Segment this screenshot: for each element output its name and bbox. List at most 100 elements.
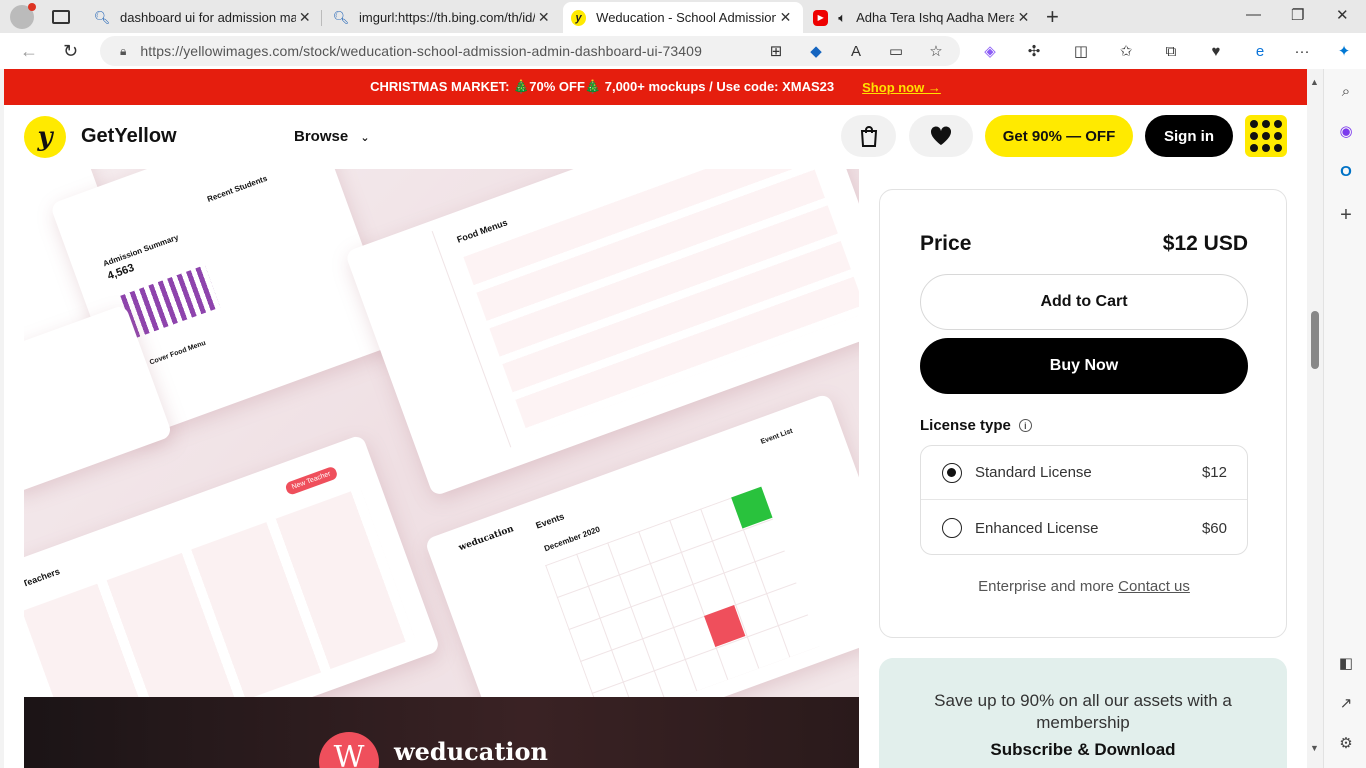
tab-title: Adha Tera Ishq Aadha Mera — [856, 10, 1014, 25]
shopping-bag-icon — [860, 126, 877, 147]
second-preview-image[interactable]: W weducation — [24, 697, 859, 768]
enterprise-text: Enterprise and more — [978, 578, 1114, 595]
speaker-icon[interactable]: 🔈︎ — [838, 10, 846, 26]
search-icon: 🔍︎ — [93, 9, 111, 25]
promo-banner: CHRISTMAS MARKET: 🎄70% OFF🎄 7,000+ mocku… — [4, 69, 1307, 105]
new-tab-icon[interactable]: + — [1046, 4, 1059, 30]
external-link-icon[interactable]: ↗ — [1336, 693, 1356, 713]
read-aloud-icon[interactable]: A — [846, 41, 866, 61]
contact-us-link[interactable]: Contact us — [1118, 578, 1190, 595]
browser-tab-4[interactable]: ▶ 🔈︎ Adha Tera Ishq Aadha Mera ✕ — [805, 2, 1041, 33]
minimize-icon[interactable]: — — [1246, 6, 1261, 23]
recent-students-title: Recent Students — [206, 173, 269, 204]
shop-now-link[interactable]: Shop now → — [862, 80, 941, 95]
search-icon: 🔍︎ — [332, 9, 350, 25]
price-value: $12 USD — [1162, 232, 1248, 255]
page-scrollbar[interactable]: ▲ ▼ — [1307, 69, 1323, 768]
teachers-title: Teachers — [24, 566, 62, 589]
browse-menu[interactable]: Browse ⌄ — [294, 128, 370, 145]
more-menu-icon[interactable]: ··· — [1292, 41, 1312, 61]
weducation-logo: W — [319, 732, 379, 768]
copilot-extension-icon[interactable]: ◈ — [980, 41, 1000, 61]
search-icon[interactable]: ⌕ — [1336, 81, 1356, 101]
browse-label: Browse — [294, 128, 349, 145]
browser-tab-bar: 🔍︎ dashboard ui for admission man ✕ 🔍︎ i… — [0, 0, 1366, 33]
close-window-icon[interactable]: ✕ — [1336, 6, 1349, 24]
browser-tab-2[interactable]: 🔍︎ imgurl:https://th.bing.com/th/id/ ✕ — [325, 2, 561, 33]
weducation-card-brand: weducation — [457, 524, 516, 554]
info-icon[interactable]: i — [1018, 419, 1032, 432]
tab-title: imgurl:https://th.bing.com/th/id/ — [359, 10, 535, 25]
address-bar[interactable]: 🔒︎ https://yellowimages.com/stock/weduca… — [100, 36, 960, 66]
tab-actions-icon[interactable] — [52, 9, 70, 24]
youtube-icon: ▶ — [813, 9, 829, 26]
copilot-app-icon[interactable]: ◉ — [1336, 121, 1356, 141]
license-type-heading: License type i — [920, 417, 1032, 434]
getyellow-logo[interactable]: y — [24, 116, 66, 158]
browser-tab-1[interactable]: 🔍︎ dashboard ui for admission man ✕ — [86, 2, 322, 33]
cart-button[interactable] — [841, 115, 896, 157]
refresh-icon[interactable]: ↻ — [63, 41, 78, 62]
price-label: Price — [920, 232, 972, 255]
sign-in-button[interactable]: Sign in — [1145, 115, 1233, 157]
immersive-reader-icon[interactable]: ▭ — [886, 41, 906, 61]
scroll-down-icon[interactable]: ▼ — [1310, 743, 1319, 753]
brand-name[interactable]: GetYellow — [81, 125, 177, 148]
profile-avatar[interactable] — [10, 2, 36, 29]
food-rows — [463, 169, 859, 436]
teachers-card: Teachers New Teacher — [24, 434, 441, 697]
get-90-off-button[interactable]: Get 90% — OFF — [985, 115, 1133, 157]
product-preview-image[interactable]: Admission Summary 4,563 Recent Students … — [24, 169, 859, 697]
close-tab-icon[interactable]: ✕ — [1014, 9, 1033, 26]
favorite-star-icon[interactable]: ☆ — [926, 41, 946, 61]
add-app-icon[interactable]: + — [1336, 204, 1356, 226]
close-tab-icon[interactable]: ✕ — [535, 9, 553, 26]
copilot-icon[interactable]: ✦ — [1334, 41, 1354, 61]
settings-gear-icon[interactable]: ⚙ — [1336, 733, 1356, 753]
restore-icon[interactable]: ❐ — [1291, 6, 1304, 24]
apps-icon[interactable]: ⊞ — [766, 41, 786, 61]
apps-grid-icon[interactable] — [1245, 115, 1287, 157]
favorites-icon[interactable]: ✩ — [1116, 41, 1136, 61]
edge-bar-icon[interactable]: e — [1250, 41, 1270, 61]
wishlist-button[interactable] — [909, 115, 973, 157]
collections-icon[interactable]: ⧉ — [1161, 41, 1181, 61]
close-tab-icon[interactable]: ✕ — [296, 9, 314, 26]
tab-title: dashboard ui for admission man — [120, 10, 296, 25]
buy-now-button[interactable]: Buy Now — [920, 338, 1248, 394]
url-text[interactable]: https://yellowimages.com/stock/weducatio… — [140, 43, 702, 59]
web-page: CHRISTMAS MARKET: 🎄70% OFF🎄 7,000+ mocku… — [4, 69, 1307, 768]
sidebar-toggle-icon[interactable]: ◧ — [1336, 653, 1356, 673]
teacher-grid — [24, 487, 416, 697]
license-option-enhanced[interactable]: Enhanced License $60 — [921, 501, 1247, 555]
cover-food-title: Cover Food Menu — [148, 339, 207, 367]
lock-icon[interactable]: 🔒︎ — [120, 44, 126, 59]
performance-icon[interactable]: ♥ — [1206, 41, 1226, 61]
split-screen-icon[interactable]: ◫ — [1071, 41, 1091, 61]
browser-toolbar: ← ↻ 🔒︎ https://yellowimages.com/stock/we… — [0, 33, 1366, 69]
radio-selected-icon[interactable] — [942, 462, 962, 483]
scrollbar-thumb[interactable] — [1311, 311, 1319, 369]
new-teacher-button: New Teacher — [284, 465, 339, 496]
browser-tab-3-active[interactable]: y Weducation - School Admission ✕ — [563, 2, 803, 33]
license-option-standard[interactable]: Standard License $12 — [921, 446, 1247, 500]
back-icon[interactable]: ← — [20, 41, 38, 62]
getyellow-favicon-icon: y — [571, 9, 587, 26]
subscribe-download-link[interactable]: Subscribe & Download — [919, 740, 1247, 760]
edge-sidebar: ⌕ ◉ O + ◧ ↗ ⚙ — [1323, 69, 1366, 768]
license-price: $12 — [1201, 464, 1227, 481]
radio-unselected-icon[interactable] — [942, 518, 962, 538]
food-menus-title: Food Menus — [455, 217, 509, 245]
scroll-up-icon[interactable]: ▲ — [1310, 77, 1319, 87]
chevron-down-icon: ⌄ — [360, 132, 370, 144]
close-tab-icon[interactable]: ✕ — [776, 9, 795, 26]
heart-icon — [930, 126, 952, 145]
promo-text: CHRISTMAS MARKET: 🎄70% OFF🎄 7,000+ mocku… — [370, 79, 835, 94]
enterprise-line: Enterprise and more Contact us — [880, 578, 1288, 595]
add-to-cart-button[interactable]: Add to Cart — [920, 274, 1248, 330]
license-name: Standard License — [975, 464, 1092, 481]
tag-icon[interactable]: ◆ — [806, 41, 826, 61]
extensions-icon[interactable]: ✣ — [1024, 41, 1044, 61]
outlook-icon[interactable]: O — [1336, 161, 1356, 181]
event-list-title: Event List — [759, 427, 794, 446]
